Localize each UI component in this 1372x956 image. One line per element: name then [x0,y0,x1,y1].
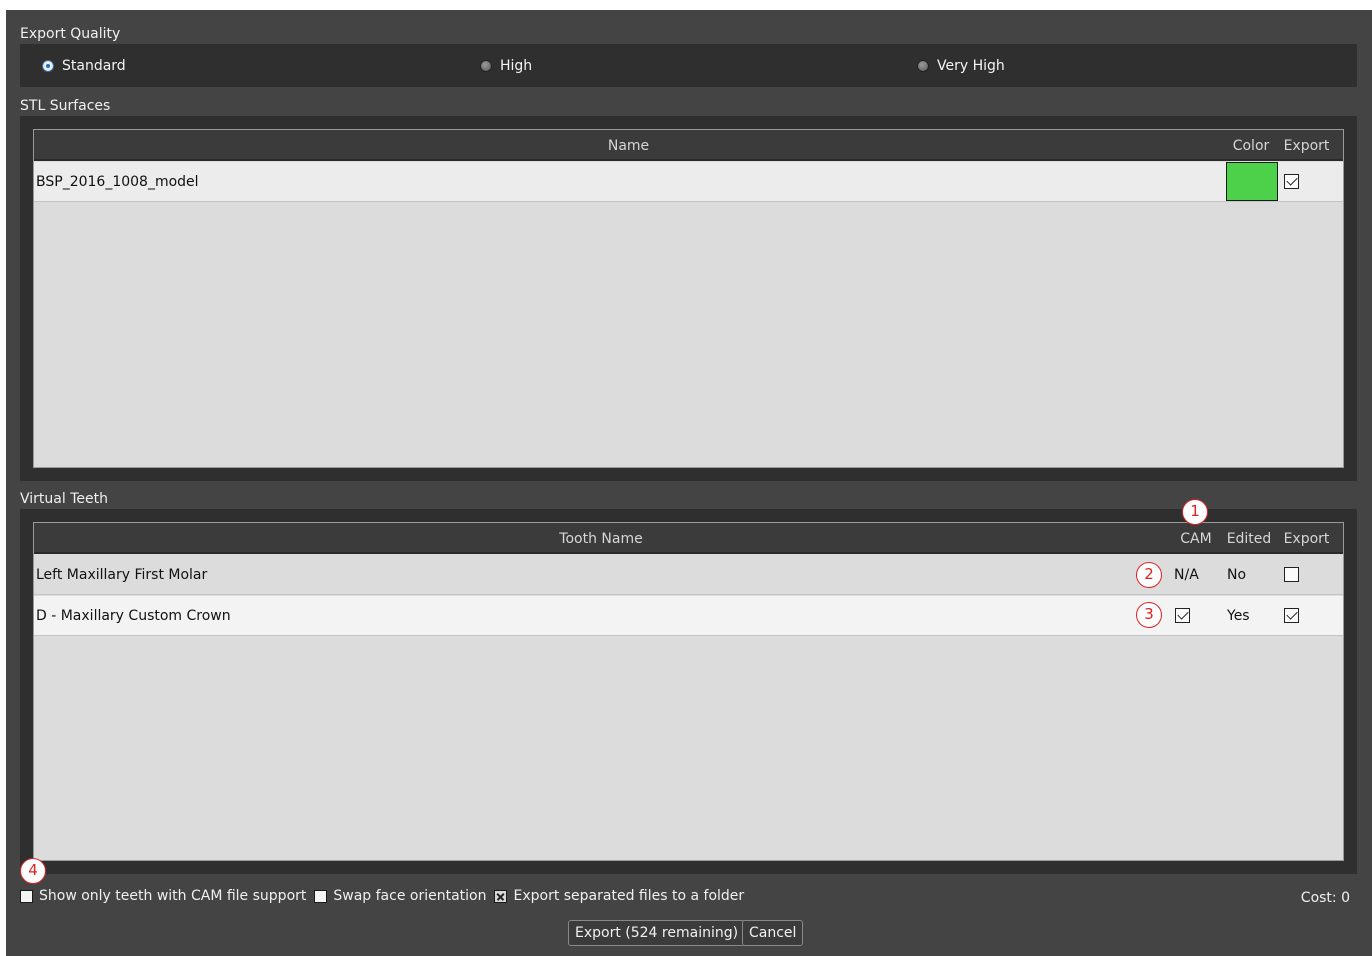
tooth-name: D - Maxillary Custom Crown [36,608,231,624]
cost-label: Cost: 0 [1300,890,1350,906]
radio-standard-label: Standard [62,58,126,74]
export-options: Show only teeth with CAM file support Sw… [20,888,752,904]
annotation-badge-2: 2 [1136,562,1162,588]
annotation-badge-1: 1 [1182,499,1208,525]
export-quality-label: Export Quality [20,26,121,42]
radio-unchecked-icon [480,60,492,72]
teeth-table-header: Tooth Name CAM Edited Export [34,523,1343,554]
checkbox-unchecked-icon[interactable] [314,889,328,903]
color-swatch[interactable] [1226,162,1278,201]
edited-value: No [1227,567,1247,583]
stl-surfaces-label: STL Surfaces [20,98,111,114]
swap-face-label: Swap face orientation [333,888,487,904]
checkbox-unchecked-icon[interactable] [20,889,33,903]
swap-face-option[interactable]: Swap face orientation [314,888,486,904]
cam-checkbox[interactable] [1175,608,1190,623]
annotation-badge-3: 3 [1136,602,1162,628]
export-checkbox[interactable] [1284,608,1299,623]
export-quality-group: Standard High Very High [20,44,1357,87]
col-name-header[interactable]: Name [34,138,1223,154]
export-checkbox[interactable] [1284,174,1299,189]
show-cam-only-option[interactable]: Show only teeth with CAM file support [20,888,306,904]
table-row[interactable]: BSP_2016_1008_model [34,162,1343,202]
export-dialog: Export Quality Standard High Very High S… [6,10,1372,956]
checkbox-checked-icon[interactable] [494,889,508,903]
annotation-badge-4: 4 [20,858,46,884]
col-export-header[interactable]: Export [1279,531,1334,547]
radio-high[interactable]: High [480,58,532,74]
radio-unchecked-icon [917,60,929,72]
col-export-header[interactable]: Export [1279,138,1334,154]
show-cam-only-label: Show only teeth with CAM file support [39,888,307,904]
edited-value: Yes [1227,608,1250,624]
virtual-teeth-label: Virtual Teeth [20,491,108,507]
export-checkbox[interactable] [1284,567,1299,582]
stl-surfaces-panel: Name Color Export BSP_2016_1008_model [20,116,1357,481]
col-color-header[interactable]: Color [1228,138,1274,154]
tooth-name: Left Maxillary First Molar [36,567,208,583]
export-button[interactable]: Export (524 remaining) [568,920,746,946]
col-cam-header[interactable]: CAM [1174,531,1218,547]
stl-table-header: Name Color Export [34,130,1343,161]
radio-very-high[interactable]: Very High [917,58,1005,74]
export-separated-label: Export separated files to a folder [513,888,745,904]
radio-very-high-label: Very High [937,58,1005,74]
cancel-button[interactable]: Cancel [742,920,804,946]
radio-checked-icon [42,60,54,72]
export-separated-option[interactable]: Export separated files to a folder [494,888,744,904]
stl-surfaces-table: Name Color Export BSP_2016_1008_model [33,129,1344,468]
col-tooth-name-header[interactable]: Tooth Name [34,531,1168,547]
radio-high-label: High [500,58,533,74]
surface-name: BSP_2016_1008_model [36,174,199,190]
cam-value: N/A [1174,567,1199,583]
radio-standard[interactable]: Standard [42,58,126,74]
col-edited-header[interactable]: Edited [1224,531,1274,547]
